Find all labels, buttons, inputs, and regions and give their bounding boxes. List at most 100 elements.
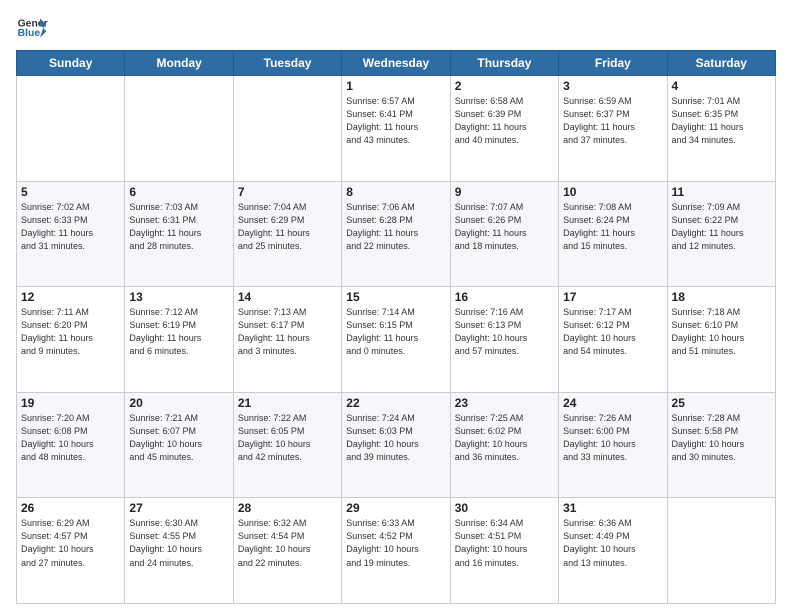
week-row-2: 5Sunrise: 7:02 AM Sunset: 6:33 PM Daylig…: [17, 181, 776, 287]
day-number: 6: [129, 185, 228, 199]
weekday-monday: Monday: [125, 51, 233, 76]
cell-info: Sunrise: 7:21 AM Sunset: 6:07 PM Dayligh…: [129, 412, 228, 464]
day-number: 10: [563, 185, 662, 199]
day-number: 31: [563, 501, 662, 515]
logo-icon: General Blue: [16, 12, 48, 44]
cell-info: Sunrise: 7:14 AM Sunset: 6:15 PM Dayligh…: [346, 306, 445, 358]
day-number: 1: [346, 79, 445, 93]
day-number: 15: [346, 290, 445, 304]
calendar-cell: 19 Sunrise: 7:20 AM Sunset: 6:08 PM Dayli…: [17, 392, 125, 498]
week-row-4: 19 Sunrise: 7:20 AM Sunset: 6:08 PM Dayli…: [17, 392, 776, 498]
day-number: 5: [21, 185, 120, 199]
day-number: 3: [563, 79, 662, 93]
day-number: 17: [563, 290, 662, 304]
cell-info: Sunrise: 7:20 AM Sunset: 6:08 PM Dayligh…: [21, 412, 120, 464]
cell-info: Sunrise: 7:28 AM Sunset: 5:58 PM Dayligh…: [672, 412, 771, 464]
day-number: 19: [21, 396, 120, 410]
calendar-cell: [17, 76, 125, 182]
calendar-cell: 27 Sunrise: 6:30 AM Sunset: 4:55 PM Dayli…: [125, 498, 233, 604]
cell-info: Sunrise: 6:58 AM Sunset: 6:39 PM Dayligh…: [455, 95, 554, 147]
calendar-table: SundayMondayTuesdayWednesdayThursdayFrid…: [16, 50, 776, 604]
calendar-cell: 22Sunrise: 7:24 AM Sunset: 6:03 PM Dayli…: [342, 392, 450, 498]
cell-info: Sunrise: 7:09 AM Sunset: 6:22 PM Dayligh…: [672, 201, 771, 253]
calendar-cell: 4Sunrise: 7:01 AM Sunset: 6:35 PM Daylig…: [667, 76, 775, 182]
logo: General Blue: [16, 12, 48, 44]
weekday-saturday: Saturday: [667, 51, 775, 76]
weekday-header-row: SundayMondayTuesdayWednesdayThursdayFrid…: [17, 51, 776, 76]
calendar-header: SundayMondayTuesdayWednesdayThursdayFrid…: [17, 51, 776, 76]
calendar-body: 1 Sunrise: 6:57 AM Sunset: 6:41 PM Daylig…: [17, 76, 776, 604]
calendar-cell: 12Sunrise: 7:11 AM Sunset: 6:20 PM Dayli…: [17, 287, 125, 393]
day-number: 28: [238, 501, 337, 515]
weekday-sunday: Sunday: [17, 51, 125, 76]
week-row-1: 1 Sunrise: 6:57 AM Sunset: 6:41 PM Daylig…: [17, 76, 776, 182]
calendar-cell: [125, 76, 233, 182]
calendar-cell: 3Sunrise: 6:59 AM Sunset: 6:37 PM Daylig…: [559, 76, 667, 182]
calendar-cell: 24 Sunrise: 7:26 AM Sunset: 6:00 PM Dayli…: [559, 392, 667, 498]
calendar-cell: 14Sunrise: 7:13 AM Sunset: 6:17 PM Dayli…: [233, 287, 341, 393]
day-number: 30: [455, 501, 554, 515]
calendar-cell: 21 Sunrise: 7:22 AM Sunset: 6:05 PM Dayli…: [233, 392, 341, 498]
cell-info: Sunrise: 6:32 AM Sunset: 4:54 PM Dayligh…: [238, 517, 337, 569]
cell-info: Sunrise: 7:11 AM Sunset: 6:20 PM Dayligh…: [21, 306, 120, 358]
cell-info: Sunrise: 7:25 AM Sunset: 6:02 PM Dayligh…: [455, 412, 554, 464]
calendar-cell: 29Sunrise: 6:33 AM Sunset: 4:52 PM Dayli…: [342, 498, 450, 604]
calendar-cell: 8 Sunrise: 7:06 AM Sunset: 6:28 PM Daylig…: [342, 181, 450, 287]
day-number: 21: [238, 396, 337, 410]
svg-text:Blue: Blue: [18, 28, 41, 39]
cell-info: Sunrise: 7:04 AM Sunset: 6:29 PM Dayligh…: [238, 201, 337, 253]
calendar-cell: 18 Sunrise: 7:18 AM Sunset: 6:10 PM Dayli…: [667, 287, 775, 393]
calendar-cell: 5Sunrise: 7:02 AM Sunset: 6:33 PM Daylig…: [17, 181, 125, 287]
weekday-friday: Friday: [559, 51, 667, 76]
day-number: 27: [129, 501, 228, 515]
page: General Blue SundayMondayTuesdayWednesda…: [0, 0, 792, 612]
calendar-cell: 31 Sunrise: 6:36 AM Sunset: 4:49 PM Dayli…: [559, 498, 667, 604]
day-number: 23: [455, 396, 554, 410]
day-number: 9: [455, 185, 554, 199]
calendar-cell: 28 Sunrise: 6:32 AM Sunset: 4:54 PM Dayli…: [233, 498, 341, 604]
calendar-cell: 20 Sunrise: 7:21 AM Sunset: 6:07 PM Dayli…: [125, 392, 233, 498]
cell-info: Sunrise: 7:16 AM Sunset: 6:13 PM Dayligh…: [455, 306, 554, 358]
calendar-cell: 2 Sunrise: 6:58 AM Sunset: 6:39 PM Daylig…: [450, 76, 558, 182]
calendar-cell: [233, 76, 341, 182]
cell-info: Sunrise: 7:03 AM Sunset: 6:31 PM Dayligh…: [129, 201, 228, 253]
week-row-5: 26 Sunrise: 6:29 AM Sunset: 4:57 PM Dayli…: [17, 498, 776, 604]
day-number: 20: [129, 396, 228, 410]
day-number: 7: [238, 185, 337, 199]
day-number: 26: [21, 501, 120, 515]
calendar-cell: 7 Sunrise: 7:04 AM Sunset: 6:29 PM Daylig…: [233, 181, 341, 287]
cell-info: Sunrise: 6:33 AM Sunset: 4:52 PM Dayligh…: [346, 517, 445, 569]
day-number: 11: [672, 185, 771, 199]
cell-info: Sunrise: 7:18 AM Sunset: 6:10 PM Dayligh…: [672, 306, 771, 358]
cell-info: Sunrise: 7:24 AM Sunset: 6:03 PM Dayligh…: [346, 412, 445, 464]
day-number: 24: [563, 396, 662, 410]
cell-info: Sunrise: 6:36 AM Sunset: 4:49 PM Dayligh…: [563, 517, 662, 569]
day-number: 8: [346, 185, 445, 199]
cell-info: Sunrise: 6:29 AM Sunset: 4:57 PM Dayligh…: [21, 517, 120, 569]
weekday-tuesday: Tuesday: [233, 51, 341, 76]
day-number: 14: [238, 290, 337, 304]
day-number: 2: [455, 79, 554, 93]
calendar-cell: 15 Sunrise: 7:14 AM Sunset: 6:15 PM Dayli…: [342, 287, 450, 393]
calendar-cell: 10Sunrise: 7:08 AM Sunset: 6:24 PM Dayli…: [559, 181, 667, 287]
day-number: 18: [672, 290, 771, 304]
calendar-cell: 17Sunrise: 7:17 AM Sunset: 6:12 PM Dayli…: [559, 287, 667, 393]
cell-info: Sunrise: 7:26 AM Sunset: 6:00 PM Dayligh…: [563, 412, 662, 464]
weekday-thursday: Thursday: [450, 51, 558, 76]
cell-info: Sunrise: 6:30 AM Sunset: 4:55 PM Dayligh…: [129, 517, 228, 569]
cell-info: Sunrise: 7:22 AM Sunset: 6:05 PM Dayligh…: [238, 412, 337, 464]
calendar-cell: 6 Sunrise: 7:03 AM Sunset: 6:31 PM Daylig…: [125, 181, 233, 287]
day-number: 13: [129, 290, 228, 304]
cell-info: Sunrise: 7:06 AM Sunset: 6:28 PM Dayligh…: [346, 201, 445, 253]
cell-info: Sunrise: 7:01 AM Sunset: 6:35 PM Dayligh…: [672, 95, 771, 147]
cell-info: Sunrise: 7:07 AM Sunset: 6:26 PM Dayligh…: [455, 201, 554, 253]
cell-info: Sunrise: 6:34 AM Sunset: 4:51 PM Dayligh…: [455, 517, 554, 569]
calendar-cell: [667, 498, 775, 604]
cell-info: Sunrise: 6:57 AM Sunset: 6:41 PM Dayligh…: [346, 95, 445, 147]
day-number: 25: [672, 396, 771, 410]
calendar-cell: 1 Sunrise: 6:57 AM Sunset: 6:41 PM Daylig…: [342, 76, 450, 182]
weekday-wednesday: Wednesday: [342, 51, 450, 76]
day-number: 16: [455, 290, 554, 304]
calendar-cell: 30 Sunrise: 6:34 AM Sunset: 4:51 PM Dayli…: [450, 498, 558, 604]
week-row-3: 12Sunrise: 7:11 AM Sunset: 6:20 PM Dayli…: [17, 287, 776, 393]
